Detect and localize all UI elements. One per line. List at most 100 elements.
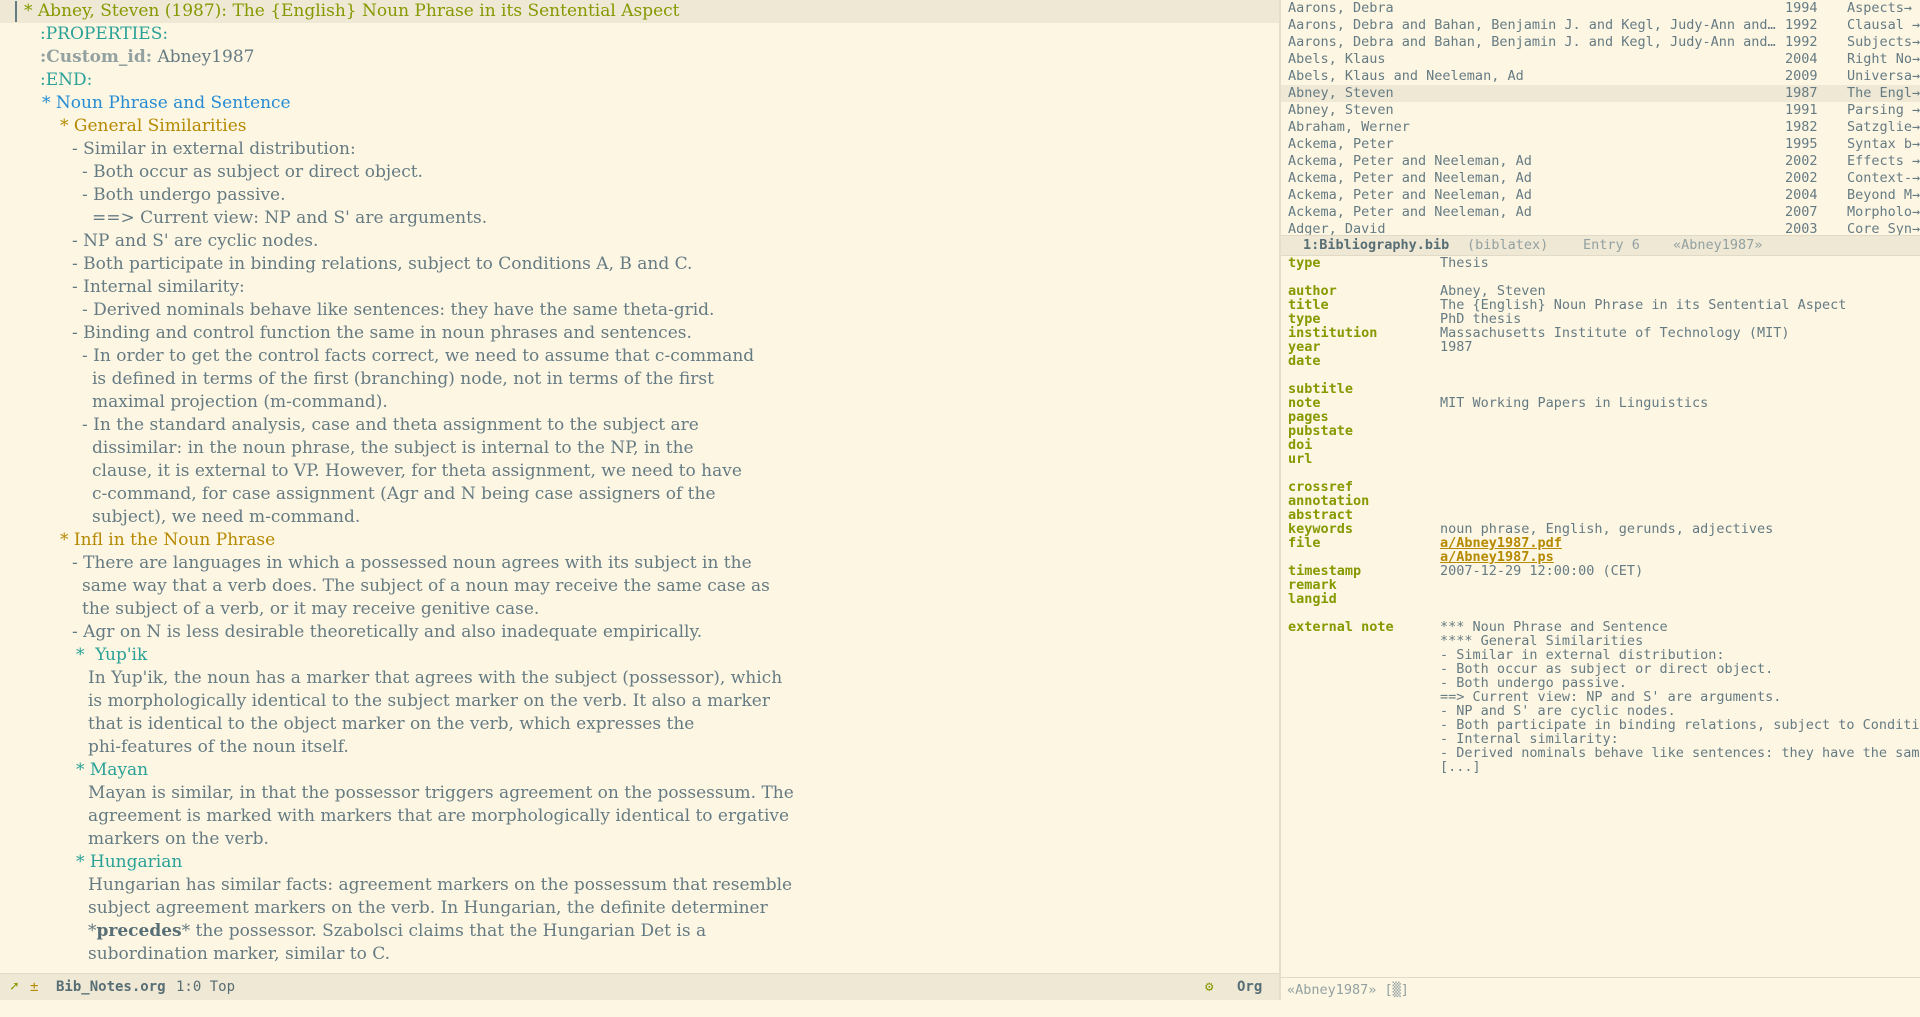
org-line-text: - Internal similarity: (72, 277, 245, 297)
org-line-text: subject agreement markers on the verb. I… (88, 898, 768, 918)
org-line[interactable]: * Noun Phrase and Sentence (0, 92, 1279, 115)
org-line[interactable]: - Both undergo passive. (0, 184, 1279, 207)
org-line[interactable]: the subject of a verb, or it may receive… (0, 598, 1279, 621)
echo-area[interactable] (0, 1000, 1920, 1017)
org-line-text: subject), we need m-command. (92, 507, 361, 527)
org-line-text: *precedes* the possessor. Szabolsci clai… (88, 920, 706, 943)
org-line[interactable]: - Both occur as subject or direct object… (0, 161, 1279, 184)
bib-author: Aarons, Debra and Bahan, Benjamin J. and… (1288, 34, 1776, 50)
org-line[interactable]: * General Similarities (0, 115, 1279, 138)
org-line[interactable]: - Internal similarity: (0, 276, 1279, 299)
org-line[interactable]: - In the standard analysis, case and the… (0, 414, 1279, 437)
bib-list-row[interactable]: Ackema, Peter and Neeleman, Ad 2007 Morpho… (1281, 204, 1920, 221)
bibliography-entry-list[interactable]: Aarons, Debra 1994 Aspects→ Aarons, Debra a… (1281, 0, 1920, 235)
org-line[interactable]: Mayan is similar, in that the possessor … (0, 782, 1279, 805)
entry-detail-view[interactable]: type Thesis author Abney, Steven title The {E… (1281, 255, 1920, 973)
org-line-text: In Yup'ik, the noun has a marker that ag… (88, 668, 783, 688)
org-line[interactable]: *precedes* the possessor. Szabolsci clai… (0, 920, 1279, 943)
org-line[interactable]: Hungarian has similar facts: agreement m… (0, 874, 1279, 897)
bib-list-row[interactable]: Ackema, Peter and Neeleman, Ad 2004 Beyond… (1281, 187, 1920, 204)
bib-title: Clausal → (1847, 17, 1920, 33)
modeline-position: 1:0 Top (176, 979, 236, 995)
org-line[interactable]: maximal projection (m-command). (0, 391, 1279, 414)
bib-list-row[interactable]: Aarons, Debra 1994 Aspects→ (1281, 0, 1920, 17)
bib-list-row[interactable]: Ackema, Peter and Neeleman, Ad 2002 Effect… (1281, 153, 1920, 170)
org-line[interactable]: that is identical to the object marker o… (0, 713, 1279, 736)
entry-modeline-text: «Abney1987» [▒] (1287, 982, 1409, 998)
bib-author: Aarons, Debra and Bahan, Benjamin J. and… (1288, 17, 1776, 33)
org-line[interactable]: * Yup'ik (0, 644, 1279, 667)
bib-year: 2004 (1785, 187, 1818, 203)
org-line[interactable]: same way that a verb does. The subject o… (0, 575, 1279, 598)
bib-title: Right No→ (1847, 51, 1920, 67)
org-line[interactable]: :END: (0, 69, 1279, 92)
org-heading-line[interactable]: * Abney, Steven (1987): The {English} No… (0, 0, 1279, 23)
org-line-text: markers on the verb. (88, 829, 269, 849)
org-line[interactable]: - NP and S' are cyclic nodes. (0, 230, 1279, 253)
property-key: :Custom_id: (40, 47, 153, 67)
org-line[interactable]: clause, it is external to VP. However, f… (0, 460, 1279, 483)
org-line-text: * Abney, Steven (1987): The {English} No… (24, 1, 680, 21)
org-line[interactable]: - Agr on N is less desirable theoretical… (0, 621, 1279, 644)
bold-text: precedes (96, 921, 182, 941)
bib-list-row[interactable]: Ackema, Peter and Neeleman, Ad 2002 Contex… (1281, 170, 1920, 187)
bib-author: Ackema, Peter (1288, 136, 1394, 152)
bib-list-row[interactable]: Aarons, Debra and Bahan, Benjamin J. and… (1281, 34, 1920, 51)
org-line[interactable]: - In order to get the control facts corr… (0, 345, 1279, 368)
org-line[interactable]: subordination marker, similar to C. (0, 943, 1279, 966)
entry-modeline: «Abney1987» [▒] (1281, 977, 1920, 1001)
org-line[interactable]: is morphologically identical to the subj… (0, 690, 1279, 713)
external-note-line: [...] (1440, 759, 1481, 775)
org-buffer[interactable]: * Abney, Steven (1987): The {English} No… (0, 0, 1279, 973)
org-line[interactable]: - There are languages in which a possess… (0, 552, 1279, 575)
bib-list-row[interactable]: Abels, Klaus and Neeleman, Ad 2009 Univers… (1281, 68, 1920, 85)
bib-year: 1982 (1785, 119, 1818, 135)
bib-buffer-name: 1:Bibliography.bib (1303, 237, 1450, 253)
bib-major-mode: (biblatex) (1467, 237, 1549, 253)
gear-icon[interactable]: ⚙ (1205, 979, 1213, 995)
org-line[interactable]: :Custom_id: Abney1987 (0, 46, 1279, 69)
modeline-major-mode[interactable]: Org (1237, 979, 1262, 995)
bib-list-row[interactable]: Aarons, Debra and Bahan, Benjamin J. and… (1281, 17, 1920, 34)
bib-list-row[interactable]: Adger, David 2003 Core Syn→ (1281, 221, 1920, 235)
org-line[interactable]: In Yup'ik, the noun has a marker that ag… (0, 667, 1279, 690)
org-line-text: same way that a verb does. The subject o… (82, 576, 770, 596)
org-line[interactable]: - Both participate in binding relations,… (0, 253, 1279, 276)
org-line[interactable]: is defined in terms of the first (branch… (0, 368, 1279, 391)
org-line[interactable]: subject), we need m-command. (0, 506, 1279, 529)
bib-year: 1987 (1785, 85, 1818, 101)
org-line[interactable]: - Binding and control function the same … (0, 322, 1279, 345)
org-line-text: c-command, for case assignment (Agr and … (92, 484, 716, 504)
bib-list-row[interactable]: Abraham, Werner 1982 Satzglie→ (1281, 119, 1920, 136)
org-line[interactable]: :PROPERTIES: (0, 23, 1279, 46)
bib-year: 2002 (1785, 153, 1818, 169)
bib-year: 2007 (1785, 204, 1818, 220)
org-line-text: is morphologically identical to the subj… (88, 691, 770, 711)
bib-list-row[interactable]: Abney, Steven 1991 Parsing → (1281, 102, 1920, 119)
text-segment: * (88, 921, 97, 941)
bib-title: Beyond M→ (1847, 187, 1920, 203)
org-line[interactable]: * Infl in the Noun Phrase (0, 529, 1279, 552)
org-line-text: - Derived nominals behave like sentences… (82, 300, 715, 320)
org-line[interactable]: ==> Current view: NP and S' are argument… (0, 207, 1279, 230)
org-line[interactable]: * Hungarian (0, 851, 1279, 874)
bib-list-row[interactable]: Ackema, Peter 1995 Syntax b→ (1281, 136, 1920, 153)
org-line[interactable]: dissimilar: in the noun phrase, the subj… (0, 437, 1279, 460)
org-line[interactable]: phi-features of the noun itself. (0, 736, 1279, 759)
text-segment: * the possessor. Szabolsci claims that t… (181, 921, 707, 941)
bib-title: Core Syn→ (1847, 221, 1920, 235)
bib-list-row[interactable]: Abels, Klaus 2004 Right No→ (1281, 51, 1920, 68)
org-line[interactable]: - Similar in external distribution: (0, 138, 1279, 161)
org-line[interactable]: agreement is marked with markers that ar… (0, 805, 1279, 828)
org-line-text: * Infl in the Noun Phrase (60, 530, 276, 550)
org-line[interactable]: - Derived nominals behave like sentences… (0, 299, 1279, 322)
org-line[interactable]: markers on the verb. (0, 828, 1279, 851)
bib-title: Morpholo→ (1847, 204, 1920, 220)
org-line[interactable]: * Mayan (0, 759, 1279, 782)
org-line-text: subordination marker, similar to C. (88, 944, 391, 964)
org-line[interactable]: c-command, for case assignment (Agr and … (0, 483, 1279, 506)
org-line[interactable]: subject agreement markers on the verb. I… (0, 897, 1279, 920)
bib-year: 1992 (1785, 17, 1818, 33)
bib-list-row[interactable]: Abney, Steven 1987 The Engl→ (1281, 85, 1920, 102)
org-line-text: ==> Current view: NP and S' are argument… (92, 208, 488, 228)
